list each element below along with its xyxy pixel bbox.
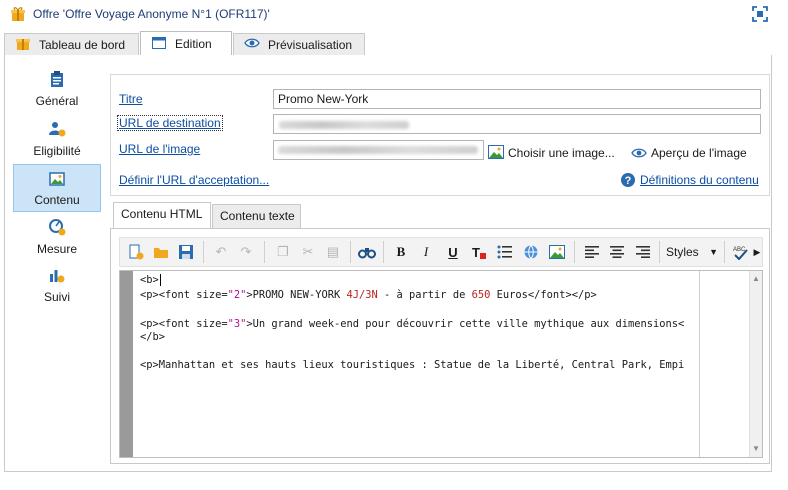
scroll-down-icon[interactable]: ▼ [752, 444, 760, 453]
tab-contenu-html[interactable]: Contenu HTML [113, 202, 211, 229]
align-right-icon[interactable] [634, 243, 652, 261]
content-definitions-link[interactable]: Définitions du contenu [640, 173, 759, 187]
code-line: </b> [140, 331, 166, 343]
undo-icon[interactable]: ↶ [212, 243, 230, 261]
nav-suivi[interactable]: Suivi [13, 266, 101, 312]
tab-edition[interactable]: Edition [140, 31, 232, 56]
tab-label: Tableau de bord [39, 37, 126, 52]
offer-gift-icon [10, 6, 26, 22]
nav-eligibilite[interactable]: Eligibilité [13, 120, 101, 166]
code-line: <p><font size="3">Un grand week-end pour… [140, 318, 685, 330]
nav-general[interactable]: Général [13, 70, 101, 116]
redo-icon[interactable]: ↷ [237, 243, 255, 261]
toolbar-separator [264, 241, 265, 263]
styles-label: Styles [666, 245, 699, 259]
paste-icon[interactable]: ▤ [324, 243, 342, 261]
edit-window-icon [151, 35, 167, 54]
preview-image-button[interactable]: Aperçu de l'image [651, 146, 747, 160]
toolbar-separator [203, 241, 204, 263]
choose-image-button[interactable]: Choisir une image... [508, 146, 615, 160]
vertical-scrollbar[interactable]: ▲ ▼ [749, 271, 762, 457]
code-line: <p><font size="2">PROMO NEW-YORK 4J/3N -… [140, 289, 597, 301]
tab-tableau-de-bord[interactable]: Tableau de bord [4, 33, 139, 55]
copy-icon[interactable]: ❐ [274, 243, 292, 261]
tracking-icon [48, 266, 66, 287]
toolbar-overflow-icon[interactable]: ▶ [752, 243, 762, 261]
titre-label[interactable]: Titre [119, 92, 143, 106]
new-document-icon[interactable] [127, 243, 145, 261]
image-icon [49, 171, 65, 190]
maximize-icon[interactable] [752, 6, 768, 22]
tab-contenu-texte[interactable]: Contenu texte [212, 204, 301, 228]
url-image-redacted [278, 146, 478, 154]
underline-icon[interactable]: U [444, 243, 462, 261]
save-icon[interactable] [177, 243, 195, 261]
tab-label: Prévisualisation [268, 37, 353, 52]
url-destination-redacted [279, 121, 409, 129]
titre-input[interactable]: Promo New-York [273, 89, 761, 109]
styles-dropdown[interactable]: Styles ▼ [663, 242, 721, 262]
tab-label: Edition [175, 37, 212, 51]
spellcheck-icon[interactable]: ABC [731, 243, 749, 261]
url-destination-label[interactable]: URL de destination [117, 115, 223, 131]
gauge-icon [48, 218, 66, 239]
toolbar-separator [383, 241, 384, 263]
nav-label: Général [35, 94, 79, 108]
nav-mesure[interactable]: Mesure [13, 218, 101, 264]
toolbar-separator [350, 241, 351, 263]
code-line: <b> [140, 274, 161, 286]
tab-previsualisation[interactable]: Prévisualisation [233, 33, 365, 55]
dashboard-gift-icon [15, 35, 31, 54]
align-left-icon[interactable] [583, 243, 601, 261]
preview-eye-icon[interactable] [631, 146, 647, 163]
users-target-icon [48, 120, 66, 141]
bullet-list-icon[interactable] [496, 243, 514, 261]
accept-url-link[interactable]: Définir l'URL d'acceptation... [119, 173, 269, 187]
help-icon[interactable]: ? [620, 172, 636, 191]
code-line: <p>Manhattan et ses hauts lieux touristi… [140, 359, 685, 371]
nav-contenu[interactable]: Contenu [13, 164, 101, 212]
svg-text:?: ? [625, 175, 632, 187]
text-color-icon[interactable]: T [470, 243, 488, 261]
open-folder-icon[interactable] [152, 243, 170, 261]
toolbar-separator [724, 241, 725, 263]
choose-image-icon[interactable] [488, 145, 504, 162]
toolbar-separator [574, 241, 575, 263]
window-title: Offre 'Offre Voyage Anonyme N°1 (OFR117)… [33, 7, 270, 21]
print-margin-line [699, 271, 700, 457]
nav-label: Contenu [34, 193, 80, 207]
toolbar-separator [659, 241, 660, 263]
line-gutter [120, 271, 133, 457]
insert-image-icon[interactable] [548, 243, 566, 261]
bold-icon[interactable]: B [392, 243, 410, 261]
eye-icon [244, 35, 260, 54]
find-binoculars-icon[interactable] [358, 243, 376, 261]
italic-icon[interactable]: I [417, 243, 435, 261]
nav-label: Suivi [43, 290, 70, 304]
scroll-up-icon[interactable]: ▲ [752, 274, 760, 283]
url-image-label[interactable]: URL de l'image [119, 142, 200, 156]
nav-label: Mesure [36, 242, 77, 256]
insert-link-globe-icon[interactable] [522, 243, 540, 261]
chevron-down-icon: ▼ [709, 247, 718, 257]
nav-label: Eligibilité [33, 144, 81, 158]
align-center-icon[interactable] [608, 243, 626, 261]
cut-icon[interactable]: ✂ [299, 243, 317, 261]
clipboard-icon [49, 70, 65, 91]
